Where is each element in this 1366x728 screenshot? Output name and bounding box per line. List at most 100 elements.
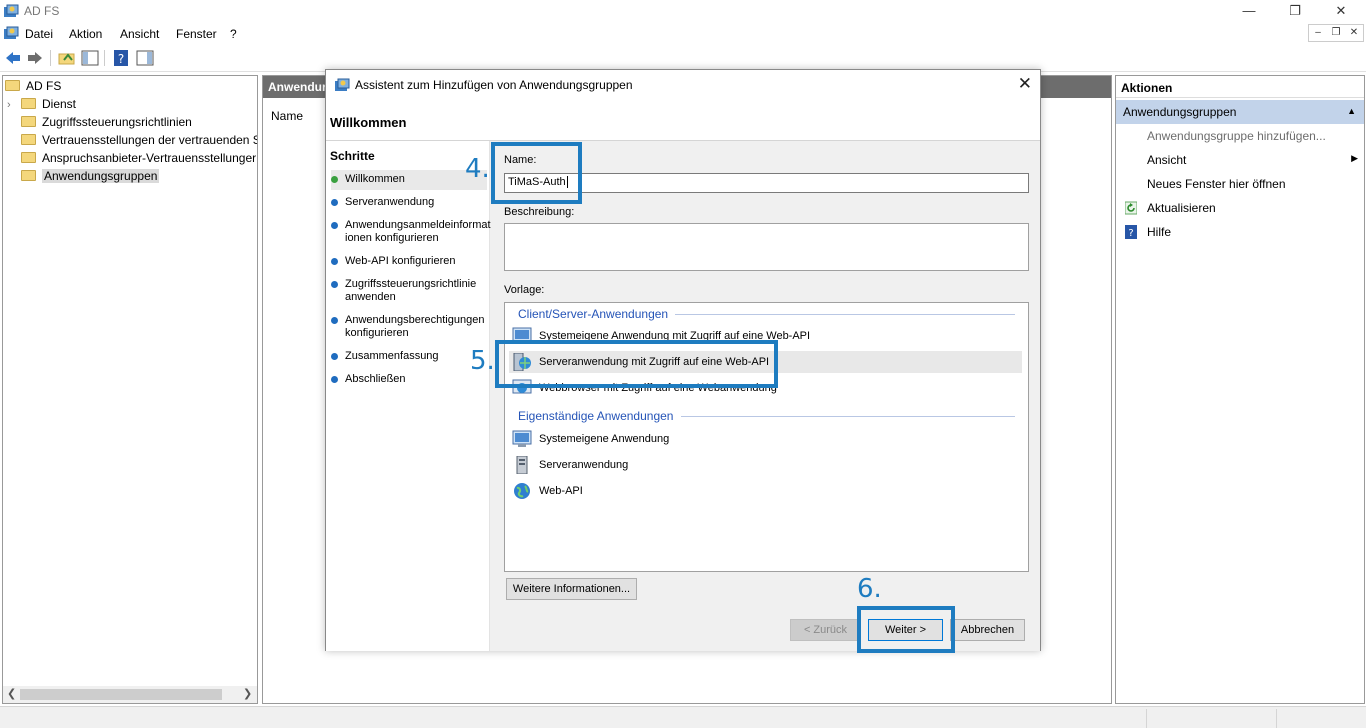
globe-icon — [514, 483, 530, 499]
step-dot-icon — [331, 353, 338, 360]
svg-text:?: ? — [1128, 228, 1133, 239]
wizard-title: Assistent zum Hinzufügen von Anwendungsg… — [355, 78, 633, 92]
annotation-number-6: 6. — [857, 574, 882, 604]
mmc-menu-icon[interactable] — [3, 26, 19, 40]
tree-item-zugriffssteuerung[interactable]: Zugriffssteuerungsrichtlinien — [21, 113, 192, 131]
folder-icon — [21, 152, 36, 164]
step-anmeldeinformationen: Anwendungsanmeldeinformat ionen konfigur… — [331, 219, 491, 245]
server-icon — [516, 456, 528, 474]
tree-item-anwendungsgruppen[interactable]: Anwendungsgruppen — [21, 167, 160, 185]
back-button[interactable]: < Zurück — [790, 619, 861, 641]
folder-icon — [5, 80, 20, 92]
step-abschliessen: Abschließen — [331, 373, 487, 386]
action-view[interactable]: Ansicht ▶ — [1116, 148, 1364, 172]
steps-header: Schritte — [330, 149, 375, 163]
status-segment — [1146, 709, 1147, 728]
template-native-app[interactable]: Systemeigene Anwendung — [509, 428, 1022, 450]
mdi-minimize-button[interactable]: – — [1309, 25, 1327, 41]
wizard-title-icon — [335, 78, 350, 91]
mdi-close-button[interactable]: ✕ — [1345, 25, 1363, 41]
step-zusammenfassung: Zusammenfassung — [331, 350, 487, 363]
close-window-button[interactable]: ✕ — [1318, 0, 1364, 22]
menu-datei[interactable]: Datei — [25, 27, 53, 41]
annotation-box-next — [857, 606, 955, 653]
cancel-button[interactable]: Abbrechen — [950, 619, 1025, 641]
collapse-triangle-icon[interactable]: ▲ — [1347, 106, 1356, 116]
action-help[interactable]: ? Hilfe — [1116, 220, 1364, 244]
scrollbar-thumb[interactable] — [20, 689, 222, 700]
tree-item-vertrauende-seiten[interactable]: Vertrauensstellungen der vertrauenden S — [21, 131, 257, 149]
template-web-api[interactable]: Web-API — [509, 480, 1022, 502]
native-app-icon — [512, 430, 532, 447]
name-input[interactable]: TiMaS-Auth — [504, 173, 1029, 193]
scroll-left-icon[interactable]: ❮ — [7, 687, 16, 700]
folder-icon — [21, 134, 36, 146]
annotation-number-5: 5. — [470, 346, 495, 376]
mdi-controls: – ❐ ✕ — [1308, 24, 1364, 42]
expand-chevron-icon[interactable]: › — [7, 96, 21, 114]
menu-fenster[interactable]: Fenster — [176, 27, 217, 41]
step-dot-icon — [331, 317, 338, 324]
step-dot-icon — [331, 258, 338, 265]
forward-arrow-icon[interactable] — [26, 49, 44, 67]
menu-ansicht[interactable]: Ansicht — [120, 27, 159, 41]
steps-panel: Schritte Willkommen Serveranwendung Anwe… — [326, 141, 491, 651]
step-dot-icon — [331, 376, 338, 383]
step-zugriffssteuerung: Zugriffssteuerungsrichtlinie anwenden — [331, 278, 487, 304]
group-line — [675, 314, 1015, 315]
title-bar: AD FS — ❐ ✕ — [0, 0, 1366, 22]
window-title: AD FS — [24, 4, 60, 18]
folder-icon — [21, 98, 36, 110]
help-icon[interactable]: ? — [112, 49, 130, 67]
status-bar — [0, 706, 1366, 728]
template-label: Vorlage: — [504, 284, 545, 296]
step-berechtigungen: Anwendungsberechtigungen konfigurieren — [331, 314, 487, 340]
up-folder-icon[interactable] — [58, 49, 76, 67]
tree-horizontal-scrollbar[interactable]: ❮ ❯ — [3, 686, 257, 703]
menu-bar: Datei Aktion Ansicht Fenster ? — [0, 23, 1366, 45]
actions-header: Aktionen — [1116, 76, 1364, 98]
step-current-dot-icon — [331, 176, 338, 183]
step-dot-icon — [331, 281, 338, 288]
restore-button[interactable]: ❐ — [1272, 0, 1318, 22]
action-add-application-group[interactable]: Anwendungsgruppe hinzufügen... — [1116, 124, 1364, 148]
step-dot-icon — [331, 222, 338, 229]
folder-icon — [21, 116, 36, 128]
annotation-box-name — [491, 142, 582, 204]
more-info-button[interactable]: Weitere Informationen... — [506, 578, 637, 600]
action-refresh[interactable]: Aktualisieren — [1116, 196, 1364, 220]
toolbar-separator — [50, 50, 51, 66]
menu-help[interactable]: ? — [230, 27, 237, 41]
annotation-number-4: 4. — [465, 154, 490, 184]
menu-aktion[interactable]: Aktion — [69, 27, 102, 41]
svg-text:?: ? — [118, 52, 124, 66]
step-serveranwendung: Serveranwendung — [331, 196, 487, 209]
console-tree: AD FS › Dienst Zugriffssteuerungsrichtlin… — [2, 75, 258, 704]
minimize-button[interactable]: — — [1226, 0, 1272, 22]
description-input[interactable] — [504, 223, 1029, 271]
step-web-api: Web-API konfigurieren — [331, 255, 487, 268]
tree-item-anspruchsanbieter[interactable]: Anspruchsanbieter-Vertrauensstellunger — [21, 149, 256, 167]
submenu-arrow-icon: ▶ — [1351, 153, 1358, 163]
group-header-client-server: Client/Server-Anwendungen — [518, 307, 669, 321]
actions-pane: Aktionen Anwendungsgruppen ▲ Anwendungsgr… — [1115, 75, 1365, 704]
step-dot-icon — [331, 199, 338, 206]
action-new-window[interactable]: Neues Fenster hier öffnen — [1116, 172, 1364, 196]
actions-section-anwendungsgruppen[interactable]: Anwendungsgruppen ▲ — [1116, 100, 1364, 124]
wizard-close-icon[interactable]: ✕ — [1018, 74, 1032, 94]
step-willkommen: Willkommen — [331, 170, 487, 190]
folder-icon — [21, 170, 36, 182]
column-header-name[interactable]: Name — [271, 109, 303, 123]
wizard-heading: Willkommen — [330, 115, 407, 130]
back-arrow-icon[interactable] — [4, 49, 22, 67]
show-hide-tree-icon[interactable] — [81, 49, 99, 67]
group-line — [681, 416, 1015, 417]
toolbar-separator — [104, 50, 105, 66]
mdi-restore-button[interactable]: ❐ — [1327, 25, 1345, 41]
template-server-app[interactable]: Serveranwendung — [509, 454, 1022, 476]
scroll-right-icon[interactable]: ❯ — [243, 687, 252, 700]
tree-item-dienst[interactable]: › Dienst — [7, 95, 76, 113]
tree-root-adfs[interactable]: AD FS — [5, 77, 61, 95]
show-hide-action-pane-icon[interactable] — [136, 49, 154, 67]
description-label: Beschreibung: — [504, 206, 575, 218]
